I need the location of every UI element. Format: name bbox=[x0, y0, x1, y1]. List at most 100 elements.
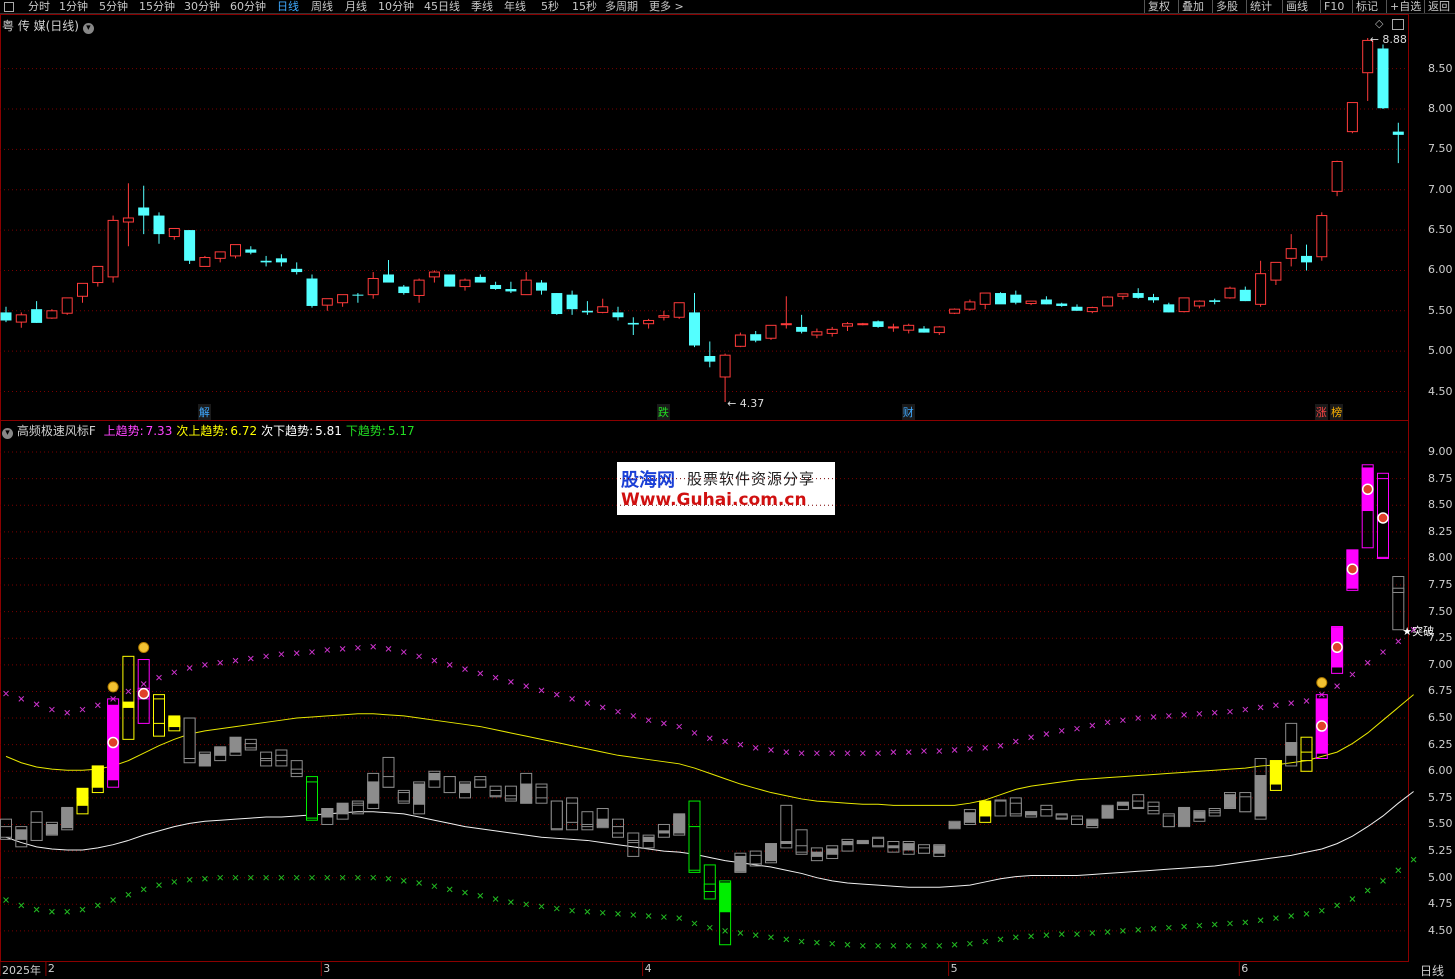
indicator-bar bbox=[1193, 811, 1206, 819]
uptrend-marker bbox=[737, 741, 744, 748]
indicator-bar bbox=[963, 812, 976, 823]
uptrend-marker bbox=[339, 646, 346, 652]
downtrend-marker bbox=[722, 928, 728, 934]
candle-body bbox=[658, 315, 670, 318]
indicator-y-tick: 6.00 bbox=[1428, 764, 1453, 778]
candle-body bbox=[0, 312, 12, 321]
downtrend-marker bbox=[768, 934, 774, 941]
indicator-bar bbox=[948, 821, 961, 829]
indicator-bar bbox=[321, 808, 334, 818]
indicator-y-tick: 4.50 bbox=[1428, 923, 1453, 937]
uptrend-marker bbox=[263, 653, 269, 660]
downtrend-marker bbox=[400, 878, 407, 884]
uptrend-marker bbox=[569, 696, 575, 702]
indicator-bar bbox=[979, 800, 992, 817]
downtrend-marker bbox=[79, 906, 86, 913]
indicator-bar bbox=[1392, 587, 1405, 593]
indicator-bar bbox=[841, 841, 854, 846]
uptrend-marker bbox=[1028, 734, 1034, 741]
downtrend-marker bbox=[1150, 925, 1157, 932]
uptrend-marker bbox=[171, 669, 178, 676]
downtrend-marker bbox=[232, 874, 239, 881]
indicator-bar bbox=[765, 843, 777, 862]
uptrend-marker bbox=[599, 704, 606, 711]
indicator-bar bbox=[0, 826, 12, 838]
uptrend-marker bbox=[890, 749, 897, 755]
uptrend-marker bbox=[752, 745, 759, 751]
indicator-bar bbox=[76, 787, 89, 806]
candle-body bbox=[1025, 300, 1037, 305]
downtrend-marker bbox=[1395, 867, 1402, 874]
uptrend-marker bbox=[1364, 659, 1371, 666]
downtrend-marker bbox=[1303, 911, 1310, 917]
downtrend-marker bbox=[630, 912, 637, 918]
candle-body bbox=[153, 215, 165, 235]
candle-body bbox=[719, 354, 731, 378]
candle-body bbox=[459, 279, 471, 288]
high-price-label: ← 8.88 bbox=[1369, 33, 1407, 46]
indicator-bar bbox=[642, 836, 655, 843]
indicator-bar bbox=[1116, 801, 1129, 806]
downtrend-marker bbox=[645, 913, 652, 919]
candle-body bbox=[107, 219, 119, 278]
downtrend-marker bbox=[921, 942, 927, 949]
downtrend-marker bbox=[462, 889, 468, 896]
candle-body bbox=[872, 321, 884, 327]
signal-dot-icon bbox=[1316, 720, 1328, 732]
indicator-bar bbox=[183, 717, 196, 759]
candle-body bbox=[704, 355, 716, 362]
indicator-bar bbox=[826, 848, 839, 855]
downtrend-marker bbox=[1211, 921, 1218, 928]
indicator-bar bbox=[1055, 814, 1068, 819]
event-tag[interactable]: 财 bbox=[901, 404, 915, 420]
indicator-bar bbox=[856, 841, 869, 845]
uptrend-marker bbox=[1058, 727, 1065, 734]
uptrend-marker bbox=[615, 708, 621, 715]
uptrend-marker bbox=[844, 750, 851, 757]
main-y-tick: 7.50 bbox=[1428, 142, 1453, 156]
indicator-bar bbox=[810, 851, 823, 857]
indicator-bar bbox=[1269, 760, 1282, 785]
candle-body bbox=[1392, 131, 1404, 135]
indicator-bar bbox=[290, 768, 303, 774]
uptrend-marker bbox=[1181, 712, 1187, 718]
downtrend-marker bbox=[691, 920, 698, 927]
downtrend-marker bbox=[278, 874, 285, 881]
event-tag[interactable]: 跌 bbox=[656, 404, 670, 420]
indicator-bar bbox=[795, 845, 808, 853]
indicator-bar bbox=[306, 781, 318, 819]
downtrend-marker bbox=[859, 942, 866, 949]
downtrend-marker bbox=[1364, 887, 1371, 894]
candle-body bbox=[383, 274, 394, 283]
event-tag[interactable]: 涨 bbox=[1314, 404, 1328, 420]
money-bag-icon bbox=[138, 642, 150, 654]
indicator-range-box bbox=[290, 760, 303, 778]
indicator-bar bbox=[1224, 794, 1236, 808]
uptrend-marker bbox=[1227, 708, 1233, 715]
uptrend-marker bbox=[523, 683, 530, 689]
candle-body bbox=[551, 293, 563, 315]
uptrend-marker bbox=[1196, 710, 1203, 717]
downtrend-marker bbox=[18, 902, 25, 909]
downtrend-marker bbox=[370, 874, 377, 881]
candle-body bbox=[903, 324, 915, 331]
uptrend-marker bbox=[508, 679, 514, 685]
indicator-bar bbox=[703, 883, 716, 893]
downtrend-marker bbox=[997, 936, 1004, 943]
candle-body bbox=[1056, 303, 1068, 306]
indicator-bar bbox=[214, 746, 227, 756]
candle-body bbox=[597, 306, 609, 313]
event-tag[interactable]: 榜 bbox=[1330, 404, 1344, 420]
indicator-bar bbox=[1285, 742, 1298, 756]
candle-body bbox=[964, 301, 976, 310]
downtrend-marker bbox=[599, 909, 606, 916]
downtrend-marker bbox=[1273, 915, 1279, 921]
downtrend-marker bbox=[1074, 931, 1080, 937]
uptrend-marker bbox=[446, 661, 453, 668]
downtrend-marker bbox=[553, 905, 560, 912]
candle-body bbox=[750, 334, 762, 341]
downtrend-marker bbox=[1257, 917, 1264, 924]
candle-body bbox=[1285, 248, 1297, 259]
main-y-tick: 5.00 bbox=[1428, 344, 1453, 358]
event-tag[interactable]: 解 bbox=[197, 404, 211, 420]
